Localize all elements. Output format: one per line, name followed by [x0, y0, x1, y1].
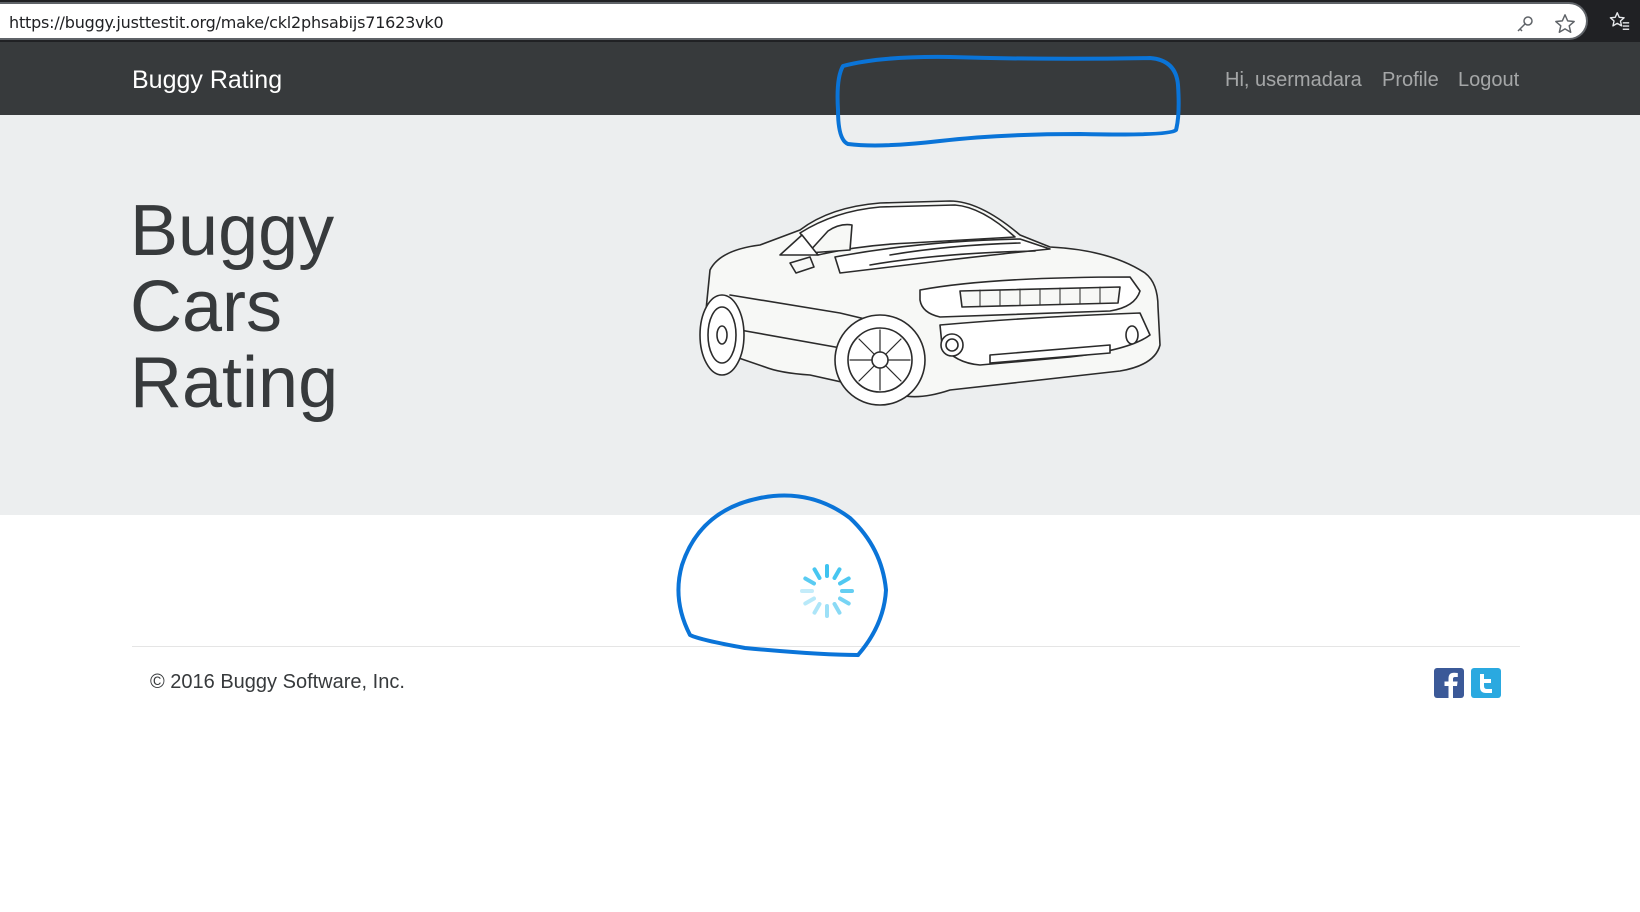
logout-link[interactable]: Logout [1458, 69, 1519, 92]
profile-link[interactable]: Profile [1382, 69, 1439, 92]
car-sketch-image [699, 200, 1161, 406]
footer-divider [132, 646, 1520, 647]
facebook-icon[interactable] [1434, 668, 1464, 698]
user-greeting: Hi, usermadara [1225, 69, 1362, 91]
loading-spinner-icon [800, 564, 854, 618]
browser-address-bar: https://buggy.justtestit.org/make/ckl2ph… [0, 0, 1640, 42]
hero-title-line: Buggy [130, 191, 335, 271]
top-navbar: Buggy Rating Hi, usermadara Profile Logo… [0, 42, 1640, 115]
twitter-icon[interactable] [1471, 668, 1501, 698]
hero-title-line: Cars [130, 267, 283, 347]
key-icon[interactable] [1515, 14, 1535, 34]
hero-section: Buggy Cars Rating [0, 115, 1640, 515]
url-text[interactable]: https://buggy.justtestit.org/make/ckl2ph… [9, 13, 444, 32]
favorites-icon[interactable] [1609, 10, 1631, 32]
star-icon[interactable] [1554, 13, 1576, 35]
footer-copyright: © 2016 Buggy Software, Inc. [150, 671, 405, 693]
hero-title: Buggy Cars Rating [130, 193, 430, 421]
url-field[interactable]: https://buggy.justtestit.org/make/ckl2ph… [0, 2, 1588, 40]
hero-title-line: Rating [130, 343, 339, 423]
brand-link[interactable]: Buggy Rating [132, 66, 282, 95]
